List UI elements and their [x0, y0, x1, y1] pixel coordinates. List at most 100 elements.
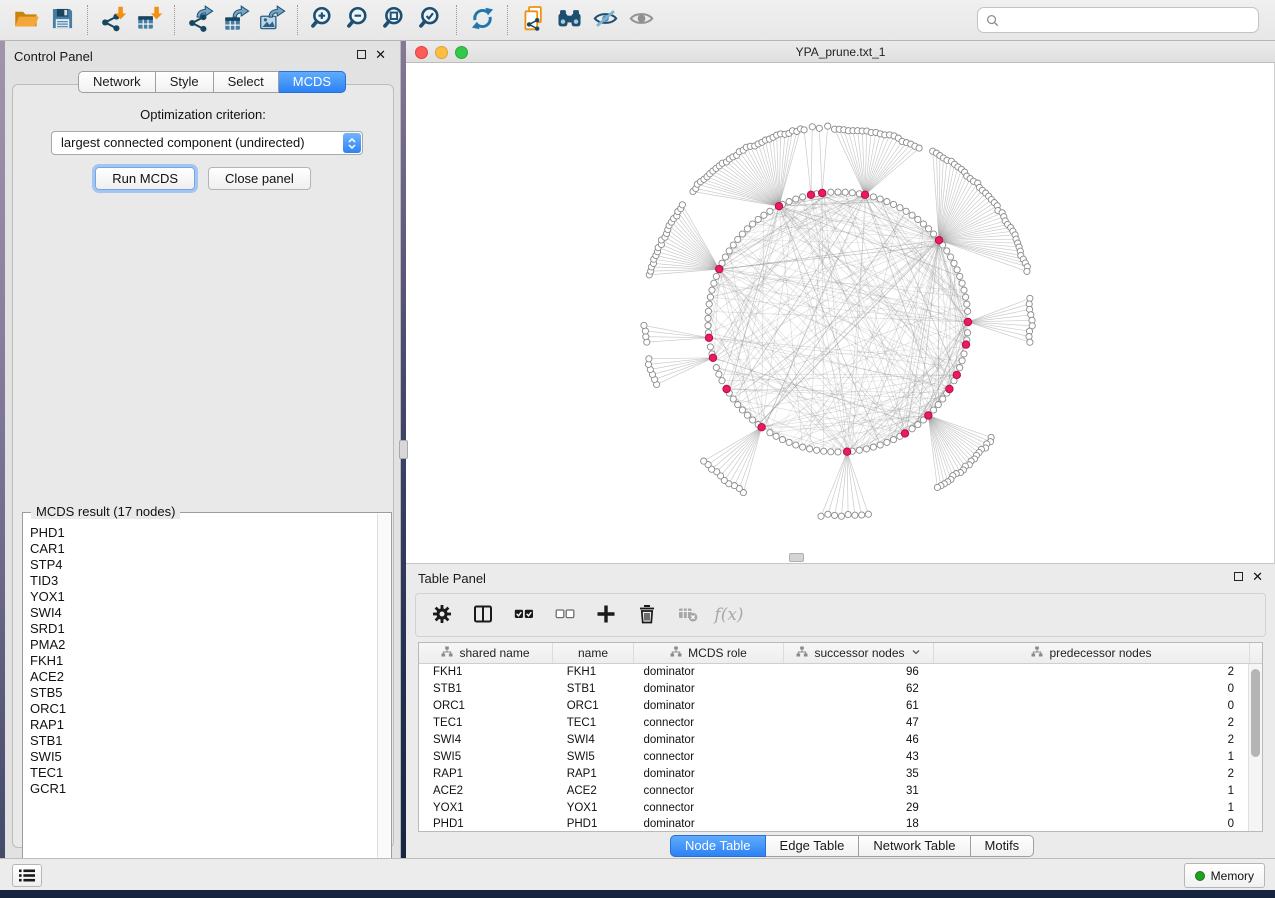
table-row[interactable]: SWI5SWI5connector431 — [419, 748, 1248, 765]
mcds-result-item[interactable]: STB1 — [30, 733, 377, 749]
table-cell: ORC1 — [553, 700, 634, 712]
table-row[interactable]: RAP1RAP1dominator352 — [419, 765, 1248, 782]
mcds-result-item[interactable]: SRD1 — [30, 621, 377, 637]
table-row[interactable]: FKH1FKH1dominator962 — [419, 664, 1248, 681]
mcds-result-item[interactable]: GCR1 — [30, 781, 377, 797]
column-header-predecessor-nodes[interactable]: predecessor nodes — [934, 643, 1250, 663]
tab-select[interactable]: Select — [214, 71, 279, 93]
close-panel-icon[interactable]: ✕ — [375, 50, 386, 59]
mcds-result-item[interactable]: ACE2 — [30, 669, 377, 685]
new-network-from-selection-button[interactable] — [516, 4, 550, 36]
show-graphics-details-button[interactable] — [624, 4, 658, 36]
tab-edge-table[interactable]: Edge Table — [766, 835, 860, 857]
scrollbar-thumb[interactable] — [1251, 669, 1260, 757]
zoom-fit-button[interactable] — [378, 4, 412, 36]
zoom-in-button[interactable] — [306, 4, 340, 36]
zoom-out-button[interactable] — [342, 4, 376, 36]
mcds-result-list[interactable]: PHD1CAR1STP4TID3YOX1SWI4SRD1PMA2FKH1ACE2… — [23, 519, 377, 879]
open-file-button[interactable] — [9, 4, 43, 36]
table-cell: TEC1 — [419, 717, 553, 729]
column-label: successor nodes — [814, 646, 904, 660]
search-box[interactable] — [977, 7, 1259, 33]
column-header-name[interactable]: name — [553, 643, 634, 663]
delete-button[interactable] — [635, 603, 659, 627]
column-header-successor-nodes[interactable]: successor nodes — [784, 643, 934, 663]
tab-motifs[interactable]: Motifs — [971, 835, 1035, 857]
table-row[interactable]: ACE2ACE2connector311 — [419, 782, 1248, 799]
table-row[interactable]: ORC1ORC1dominator610 — [419, 698, 1248, 715]
mcds-result-item[interactable]: ORC1 — [30, 701, 377, 717]
deselect-all-button[interactable] — [553, 603, 577, 627]
mcds-result-item[interactable]: PMA2 — [30, 637, 377, 653]
apply-layout-icon — [469, 5, 496, 35]
tab-style[interactable]: Style — [156, 71, 214, 93]
hide-graphics-details-button[interactable] — [588, 4, 622, 36]
panel-list-button[interactable] — [12, 864, 42, 887]
network-graph[interactable] — [406, 63, 1275, 563]
mcds-result-item[interactable]: YOX1 — [30, 589, 377, 605]
apply-layout-button[interactable] — [465, 4, 499, 36]
select-all-button[interactable] — [512, 603, 536, 627]
settings-button[interactable] — [430, 603, 454, 627]
tab-network[interactable]: Network — [78, 71, 156, 93]
mcds-result-item[interactable]: SWI5 — [30, 749, 377, 765]
vertical-splitter-handle[interactable] — [399, 440, 408, 459]
add-button[interactable] — [594, 603, 618, 627]
mcds-result-scrollbar[interactable] — [377, 514, 390, 880]
mcds-result-item[interactable]: SWI4 — [30, 605, 377, 621]
close-table-panel-icon[interactable]: ✕ — [1252, 572, 1263, 581]
table-row[interactable]: SWI4SWI4dominator462 — [419, 732, 1248, 749]
find-button[interactable] — [552, 4, 586, 36]
delete-icon — [637, 604, 657, 627]
open-file-icon — [13, 5, 40, 35]
run-mcds-button[interactable]: Run MCDS — [95, 167, 195, 190]
table-cell: 47 — [783, 717, 933, 729]
import-table-icon — [136, 5, 163, 35]
tab-mcds[interactable]: MCDS — [279, 71, 346, 93]
mcds-result-item[interactable]: STP4 — [30, 557, 377, 573]
mcds-result-item[interactable]: PHD1 — [30, 525, 377, 541]
optimization-criterion-select[interactable]: largest connected component (undirected) — [51, 131, 363, 155]
column-header-MCDS-role[interactable]: MCDS role — [634, 643, 784, 663]
table-row[interactable]: TEC1TEC1connector472 — [419, 715, 1248, 732]
optimization-criterion-label: Optimization criterion: — [13, 107, 393, 122]
mcds-result-item[interactable]: TEC1 — [30, 765, 377, 781]
table-row[interactable]: YOX1YOX1connector291 — [419, 799, 1248, 816]
search-input[interactable] — [1000, 10, 1258, 30]
node-table-scrollbar[interactable] — [1248, 664, 1262, 831]
network-canvas[interactable] — [406, 63, 1275, 563]
mcds-result-item[interactable]: RAP1 — [30, 717, 377, 733]
import-table-button[interactable] — [132, 4, 166, 36]
table-cell: ACE2 — [553, 785, 634, 797]
import-network-button[interactable] — [96, 4, 130, 36]
column-header-shared-name[interactable]: shared name — [419, 643, 553, 663]
columns-button[interactable] — [471, 603, 495, 627]
mcds-result-item[interactable]: STB5 — [30, 685, 377, 701]
export-image-button[interactable] — [255, 4, 289, 36]
float-panel-icon[interactable] — [357, 50, 366, 59]
export-network-button[interactable] — [183, 4, 217, 36]
mcds-result-item[interactable]: CAR1 — [30, 541, 377, 557]
network-titlebar: YPA_prune.txt_1 — [406, 41, 1275, 63]
save-session-button[interactable] — [45, 4, 79, 36]
mcds-result-item[interactable]: FKH1 — [30, 653, 377, 669]
table-cell: STB1 — [553, 683, 634, 695]
horizontal-splitter-handle[interactable] — [789, 553, 804, 562]
close-panel-button[interactable]: Close panel — [208, 167, 311, 190]
table-cell: dominator — [634, 666, 784, 678]
table-cell: SWI5 — [419, 751, 553, 763]
table-panel: Table Panel ✕ f(x) shared namenameMCDS r… — [406, 563, 1275, 858]
table-cell: 31 — [783, 785, 933, 797]
mcds-result-item[interactable]: TID3 — [30, 573, 377, 589]
memory-button[interactable]: Memory — [1184, 863, 1265, 888]
table-cell: 46 — [783, 734, 933, 746]
tab-node-table[interactable]: Node Table — [670, 835, 766, 857]
table-cell: 62 — [783, 683, 933, 695]
table-row[interactable]: PHD1PHD1dominator180 — [419, 816, 1248, 831]
delete-table-icon — [678, 604, 698, 627]
zoom-selected-button[interactable] — [414, 4, 448, 36]
export-table-button[interactable] — [219, 4, 253, 36]
table-row[interactable]: STB1STB1dominator620 — [419, 681, 1248, 698]
float-table-panel-icon[interactable] — [1234, 572, 1243, 581]
tab-network-table[interactable]: Network Table — [859, 835, 970, 857]
